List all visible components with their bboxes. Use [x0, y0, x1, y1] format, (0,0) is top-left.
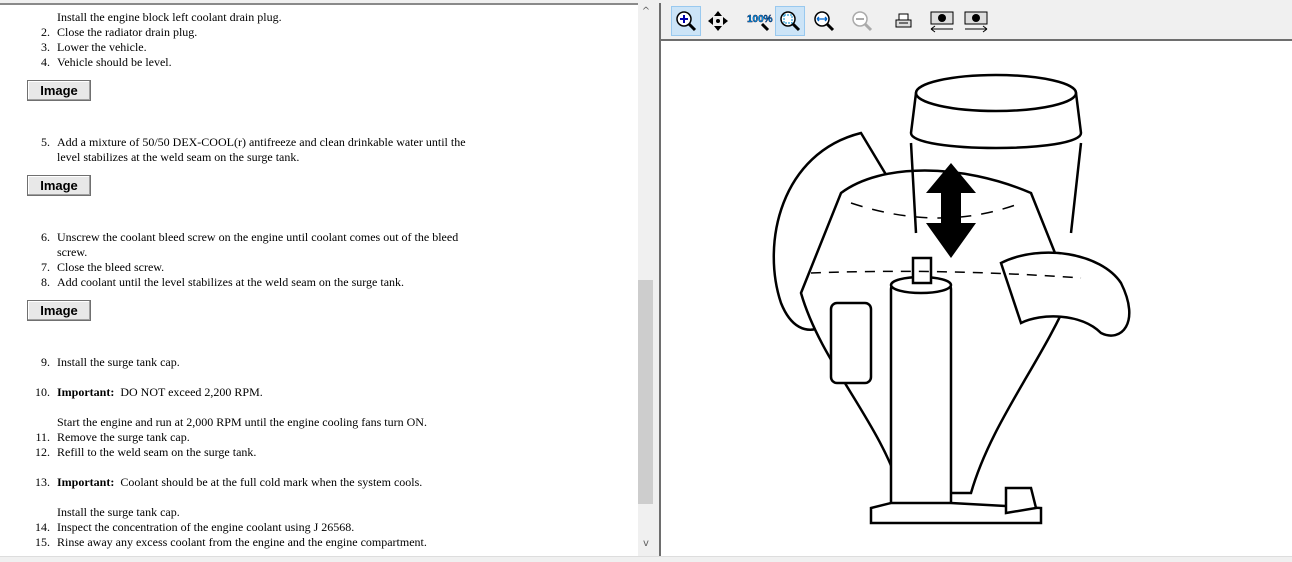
- previous-image-icon: [930, 11, 954, 33]
- step-text: Vehicle should be level.: [57, 55, 172, 70]
- next-image-button[interactable]: [961, 6, 991, 36]
- step-text: Inspect the concentration of the engine …: [57, 520, 354, 535]
- step-text: Unscrew the coolant bleed screw on the e…: [57, 230, 458, 245]
- zoom-width-icon: [814, 11, 835, 32]
- procedure-pane: Install the engine block left coolant dr…: [0, 3, 638, 558]
- step-text: Close the bleed screw.: [57, 260, 164, 275]
- zoom-fit-icon: [780, 11, 801, 32]
- step-number: 5.: [41, 135, 50, 149]
- step-number: 6.: [41, 230, 50, 244]
- step-text-content: Refill to the weld seam on the surge tan…: [57, 445, 257, 459]
- step-text-content: Install the surge tank cap.: [57, 505, 180, 519]
- step-text: Install the engine block left coolant dr…: [57, 10, 282, 25]
- zoom-width-button[interactable]: [809, 6, 839, 36]
- step-text: screw.: [57, 245, 87, 260]
- step-text: Important: Coolant should be at the full…: [57, 475, 422, 490]
- step-text-content: screw.: [57, 245, 88, 259]
- step-text-content: Remove the surge tank cap.: [57, 430, 190, 444]
- next-image-icon: [964, 11, 988, 33]
- step-number: 12.: [35, 445, 50, 459]
- step-text-content: Install the engine block left coolant dr…: [57, 10, 282, 24]
- step-text: Refill to the weld seam on the surge tan…: [57, 445, 256, 460]
- step-text-content: Close the bleed screw.: [57, 260, 165, 274]
- vertical-scrollbar[interactable]: ^ v: [638, 3, 654, 556]
- image-button[interactable]: Image: [27, 175, 91, 196]
- svg-text:100%: 100%: [747, 14, 773, 25]
- viewer-toolbar: 100%: [661, 3, 1292, 41]
- step-text-content: level stabilizes at the weld seam on the…: [57, 150, 300, 164]
- step-text: Lower the vehicle.: [57, 40, 147, 55]
- step-number: 11.: [35, 430, 50, 444]
- image-button[interactable]: Image: [27, 300, 91, 321]
- scroll-up-icon[interactable]: ^: [638, 6, 654, 17]
- previous-image-button[interactable]: [927, 6, 957, 36]
- step-number: 3.: [41, 40, 50, 54]
- zoom-out-icon: [852, 11, 873, 32]
- step-text: Add coolant until the level stabilizes a…: [57, 275, 404, 290]
- step-text-content: Inspect the concentration of the engine …: [57, 520, 355, 534]
- zoom-in-icon: [676, 11, 697, 32]
- scrollbar-thumb[interactable]: [638, 280, 653, 504]
- step-number: 15.: [35, 535, 50, 549]
- step-number: 9.: [41, 355, 50, 369]
- step-text: Rinse away any excess coolant from the e…: [57, 535, 427, 550]
- step-text-content: Install the surge tank cap.: [57, 355, 180, 369]
- step-number: 13.: [35, 475, 50, 489]
- step-number: 2.: [41, 25, 50, 39]
- step-number: 14.: [35, 520, 50, 534]
- important-label: Important:: [57, 385, 115, 399]
- pan-button[interactable]: [703, 6, 733, 36]
- step-text: level stabilizes at the weld seam on the…: [57, 150, 299, 165]
- zoom-out-button[interactable]: [847, 6, 877, 36]
- print-button[interactable]: [889, 6, 919, 36]
- step-text-content: Add coolant until the level stabilizes a…: [57, 275, 405, 289]
- step-text-content: Close the radiator drain plug.: [57, 25, 198, 39]
- step-text: Start the engine and run at 2,000 RPM un…: [57, 415, 427, 430]
- step-number: 4.: [41, 55, 50, 69]
- image-button[interactable]: Image: [27, 80, 91, 101]
- step-number: 7.: [41, 260, 50, 274]
- step-text-content: Coolant should be at the full cold mark …: [120, 475, 423, 489]
- pan-icon: [708, 11, 728, 31]
- step-number: 10.: [35, 385, 50, 399]
- image-viewer: 100%: [659, 3, 1292, 556]
- step-text-content: DO NOT exceed 2,200 RPM.: [120, 385, 263, 399]
- step-text: Add a mixture of 50/50 DEX-COOL(r) antif…: [57, 135, 466, 150]
- zoom-100-button[interactable]: 100%: [745, 6, 775, 36]
- print-icon: [895, 13, 912, 28]
- important-label: Important:: [57, 475, 115, 489]
- step-text: Important: DO NOT exceed 2,200 RPM.: [57, 385, 263, 400]
- step-text-content: Unscrew the coolant bleed screw on the e…: [57, 230, 459, 244]
- step-text: Remove the surge tank cap.: [57, 430, 190, 445]
- zoom-fit-button[interactable]: [775, 6, 805, 36]
- surge-tank-illustration: [772, 73, 1131, 525]
- zoom-100-icon: 100%: [747, 14, 773, 32]
- step-text: Close the radiator drain plug.: [57, 25, 197, 40]
- step-text-content: Vehicle should be level.: [57, 55, 172, 69]
- step-number: 8.: [41, 275, 50, 289]
- status-bar: [0, 556, 1292, 562]
- step-text-content: Start the engine and run at 2,000 RPM un…: [57, 415, 427, 429]
- step-text: Install the surge tank cap.: [57, 505, 180, 520]
- step-text-content: Rinse away any excess coolant from the e…: [57, 535, 427, 549]
- step-text-content: Add a mixture of 50/50 DEX-COOL(r) antif…: [57, 135, 466, 149]
- step-text: Install the surge tank cap.: [57, 355, 180, 370]
- zoom-in-button[interactable]: [671, 6, 701, 36]
- scroll-down-icon[interactable]: v: [638, 538, 654, 549]
- step-text-content: Lower the vehicle.: [57, 40, 147, 54]
